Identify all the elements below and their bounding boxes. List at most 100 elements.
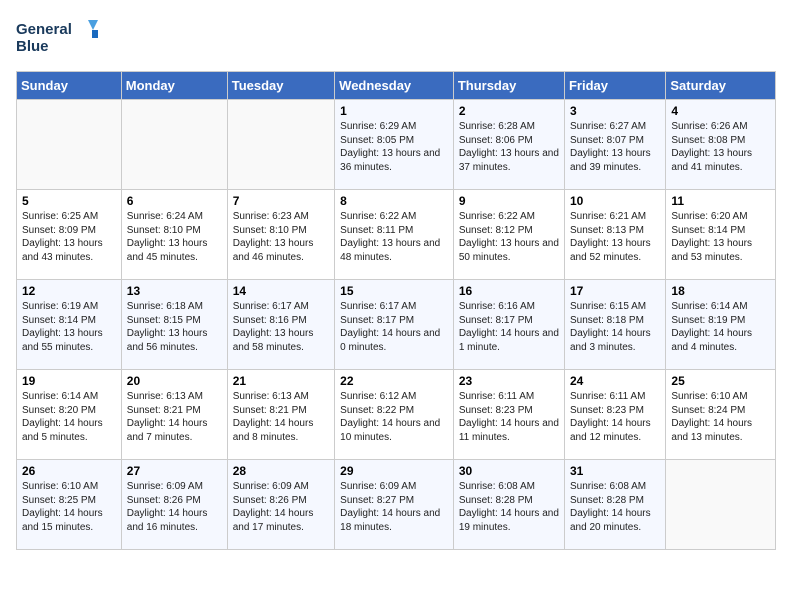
day-info: Sunrise: 6:21 AMSunset: 8:13 PMDaylight:… — [570, 210, 660, 264]
day-number: 4 — [671, 104, 770, 118]
calendar-table: SundayMondayTuesdayWednesdayThursdayFrid… — [16, 71, 776, 550]
day-cell: 31 Sunrise: 6:08 AMSunset: 8:28 PMDayligh… — [564, 460, 665, 550]
day-info: Sunrise: 6:20 AMSunset: 8:14 PMDaylight:… — [671, 210, 770, 264]
day-cell: 15 Sunrise: 6:17 AMSunset: 8:17 PMDayligh… — [335, 280, 454, 370]
logo-svg: General Blue — [16, 16, 106, 61]
day-cell: 30 Sunrise: 6:08 AMSunset: 8:28 PMDayligh… — [453, 460, 564, 550]
day-info: Sunrise: 6:16 AMSunset: 8:17 PMDaylight:… — [459, 300, 559, 354]
col-header-wednesday: Wednesday — [335, 72, 454, 100]
day-number: 13 — [127, 284, 222, 298]
week-row-3: 12 Sunrise: 6:19 AMSunset: 8:14 PMDayligh… — [17, 280, 776, 370]
day-number: 1 — [340, 104, 448, 118]
day-cell — [121, 100, 227, 190]
day-info: Sunrise: 6:08 AMSunset: 8:28 PMDaylight:… — [459, 480, 559, 534]
day-number: 25 — [671, 374, 770, 388]
day-cell: 13 Sunrise: 6:18 AMSunset: 8:15 PMDayligh… — [121, 280, 227, 370]
day-cell: 8Sunrise: 6:22 AMSunset: 8:11 PMDaylight… — [335, 190, 454, 280]
day-info: Sunrise: 6:09 AMSunset: 8:26 PMDaylight:… — [127, 480, 222, 534]
day-number: 17 — [570, 284, 660, 298]
day-info: Sunrise: 6:14 AMSunset: 8:20 PMDaylight:… — [22, 390, 116, 444]
day-number: 23 — [459, 374, 559, 388]
day-number: 21 — [233, 374, 329, 388]
day-info: Sunrise: 6:18 AMSunset: 8:15 PMDaylight:… — [127, 300, 222, 354]
day-cell: 1 Sunrise: 6:29 AMSunset: 8:05 PMDaylight… — [335, 100, 454, 190]
day-number: 10 — [570, 194, 660, 208]
day-number: 22 — [340, 374, 448, 388]
day-cell — [666, 460, 776, 550]
day-number: 16 — [459, 284, 559, 298]
day-cell: 4 Sunrise: 6:26 AMSunset: 8:08 PMDaylight… — [666, 100, 776, 190]
day-cell: 17 Sunrise: 6:15 AMSunset: 8:18 PMDayligh… — [564, 280, 665, 370]
day-number: 2 — [459, 104, 559, 118]
day-cell: 27 Sunrise: 6:09 AMSunset: 8:26 PMDayligh… — [121, 460, 227, 550]
col-header-friday: Friday — [564, 72, 665, 100]
day-cell: 24 Sunrise: 6:11 AMSunset: 8:23 PMDayligh… — [564, 370, 665, 460]
day-info: Sunrise: 6:17 AMSunset: 8:17 PMDaylight:… — [340, 300, 448, 354]
day-cell — [17, 100, 122, 190]
day-info: Sunrise: 6:22 AMSunset: 8:12 PMDaylight:… — [459, 210, 559, 264]
day-info: Sunrise: 6:12 AMSunset: 8:22 PMDaylight:… — [340, 390, 448, 444]
day-number: 30 — [459, 464, 559, 478]
day-cell: 26 Sunrise: 6:10 AMSunset: 8:25 PMDayligh… — [17, 460, 122, 550]
day-cell — [227, 100, 334, 190]
day-info: Sunrise: 6:26 AMSunset: 8:08 PMDaylight:… — [671, 120, 770, 174]
day-info: Sunrise: 6:19 AMSunset: 8:14 PMDaylight:… — [22, 300, 116, 354]
day-number: 24 — [570, 374, 660, 388]
day-cell: 22 Sunrise: 6:12 AMSunset: 8:22 PMDayligh… — [335, 370, 454, 460]
day-cell: 19 Sunrise: 6:14 AMSunset: 8:20 PMDayligh… — [17, 370, 122, 460]
day-info: Sunrise: 6:24 AMSunset: 8:10 PMDaylight:… — [127, 210, 222, 264]
day-number: 12 — [22, 284, 116, 298]
day-info: Sunrise: 6:09 AMSunset: 8:26 PMDaylight:… — [233, 480, 329, 534]
day-number: 5 — [22, 194, 116, 208]
day-number: 15 — [340, 284, 448, 298]
logo: General Blue — [16, 16, 106, 61]
day-info: Sunrise: 6:11 AMSunset: 8:23 PMDaylight:… — [570, 390, 660, 444]
day-info: Sunrise: 6:10 AMSunset: 8:25 PMDaylight:… — [22, 480, 116, 534]
day-info: Sunrise: 6:29 AMSunset: 8:05 PMDaylight:… — [340, 120, 448, 174]
day-cell: 11 Sunrise: 6:20 AMSunset: 8:14 PMDayligh… — [666, 190, 776, 280]
week-row-5: 26 Sunrise: 6:10 AMSunset: 8:25 PMDayligh… — [17, 460, 776, 550]
day-number: 26 — [22, 464, 116, 478]
day-info: Sunrise: 6:15 AMSunset: 8:18 PMDaylight:… — [570, 300, 660, 354]
day-info: Sunrise: 6:13 AMSunset: 8:21 PMDaylight:… — [233, 390, 329, 444]
col-header-tuesday: Tuesday — [227, 72, 334, 100]
day-cell: 3Sunrise: 6:27 AMSunset: 8:07 PMDaylight… — [564, 100, 665, 190]
day-cell: 18 Sunrise: 6:14 AMSunset: 8:19 PMDayligh… — [666, 280, 776, 370]
day-info: Sunrise: 6:28 AMSunset: 8:06 PMDaylight:… — [459, 120, 559, 174]
day-cell: 20Sunrise: 6:13 AMSunset: 8:21 PMDayligh… — [121, 370, 227, 460]
svg-text:Blue: Blue — [16, 38, 49, 55]
day-cell: 25 Sunrise: 6:10 AMSunset: 8:24 PMDayligh… — [666, 370, 776, 460]
day-cell: 16 Sunrise: 6:16 AMSunset: 8:17 PMDayligh… — [453, 280, 564, 370]
day-cell: 7Sunrise: 6:23 AMSunset: 8:10 PMDaylight… — [227, 190, 334, 280]
day-cell: 6Sunrise: 6:24 AMSunset: 8:10 PMDaylight… — [121, 190, 227, 280]
day-number: 29 — [340, 464, 448, 478]
svg-text:General: General — [16, 21, 72, 38]
day-info: Sunrise: 6:17 AMSunset: 8:16 PMDaylight:… — [233, 300, 329, 354]
day-cell: 2 Sunrise: 6:28 AMSunset: 8:06 PMDaylight… — [453, 100, 564, 190]
day-info: Sunrise: 6:10 AMSunset: 8:24 PMDaylight:… — [671, 390, 770, 444]
day-cell: 12 Sunrise: 6:19 AMSunset: 8:14 PMDayligh… — [17, 280, 122, 370]
col-header-saturday: Saturday — [666, 72, 776, 100]
day-info: Sunrise: 6:08 AMSunset: 8:28 PMDaylight:… — [570, 480, 660, 534]
day-info: Sunrise: 6:14 AMSunset: 8:19 PMDaylight:… — [671, 300, 770, 354]
col-header-thursday: Thursday — [453, 72, 564, 100]
day-number: 3 — [570, 104, 660, 118]
day-number: 19 — [22, 374, 116, 388]
day-info: Sunrise: 6:25 AMSunset: 8:09 PMDaylight:… — [22, 210, 116, 264]
day-number: 11 — [671, 194, 770, 208]
day-cell: 28 Sunrise: 6:09 AMSunset: 8:26 PMDayligh… — [227, 460, 334, 550]
week-row-2: 5 Sunrise: 6:25 AMSunset: 8:09 PMDaylight… — [17, 190, 776, 280]
day-cell: 29Sunrise: 6:09 AMSunset: 8:27 PMDayligh… — [335, 460, 454, 550]
day-number: 14 — [233, 284, 329, 298]
day-cell: 9Sunrise: 6:22 AMSunset: 8:12 PMDaylight… — [453, 190, 564, 280]
day-number: 20 — [127, 374, 222, 388]
day-number: 31 — [570, 464, 660, 478]
day-info: Sunrise: 6:23 AMSunset: 8:10 PMDaylight:… — [233, 210, 329, 264]
day-number: 28 — [233, 464, 329, 478]
col-header-monday: Monday — [121, 72, 227, 100]
day-number: 27 — [127, 464, 222, 478]
day-number: 18 — [671, 284, 770, 298]
week-row-4: 19 Sunrise: 6:14 AMSunset: 8:20 PMDayligh… — [17, 370, 776, 460]
day-number: 8 — [340, 194, 448, 208]
day-cell: 23Sunrise: 6:11 AMSunset: 8:23 PMDayligh… — [453, 370, 564, 460]
